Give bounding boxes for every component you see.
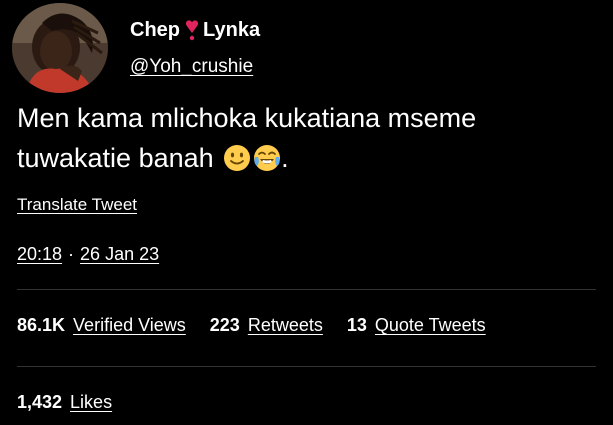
engagement-stats: 86.1K Verified Views 223 Retweets 13 Quo… [17, 315, 510, 336]
views-label: Verified Views [73, 315, 186, 335]
tweet-text-line1: Men kama mlichoka kukatiana mseme [17, 103, 477, 133]
avatar[interactable] [12, 3, 108, 93]
face-with-tears-of-joy-icon [254, 145, 281, 171]
translate-tweet-link[interactable]: Translate Tweet [17, 195, 137, 215]
tweet-timestamp[interactable]: 20:18 · 26 Jan 23 [17, 244, 159, 265]
views-stat[interactable]: 86.1K Verified Views [17, 315, 186, 336]
avatar-photo [12, 3, 108, 93]
quote-tweets-stat[interactable]: 13 Quote Tweets [347, 315, 486, 336]
likes-stat[interactable]: 1,432 Likes [17, 392, 112, 413]
display-name-part1: Chep [130, 18, 180, 41]
tweet-date: 26 Jan 23 [80, 244, 160, 264]
quote-tweets-label: Quote Tweets [374, 315, 486, 335]
retweets-label: Retweets [247, 315, 323, 335]
tweet-time: 20:18 [17, 244, 63, 264]
timestamp-separator: · [68, 244, 75, 264]
tweet-text-end: . [281, 143, 289, 173]
tweet-text-line2: tuwakatie banah [17, 143, 214, 173]
display-name[interactable]: Chep Lynka [130, 16, 260, 44]
display-name-part2: Lynka [203, 18, 261, 41]
tweet-text-line2-wrap: tuwakatie banah . [17, 138, 597, 178]
slightly-smiling-face-icon [224, 145, 251, 171]
divider-top [17, 289, 596, 290]
user-handle[interactable]: @Yoh_crushie [130, 56, 253, 78]
quote-tweets-count: 13 [346, 315, 367, 335]
views-count: 86.1K [17, 315, 66, 335]
retweets-count: 223 [209, 315, 240, 335]
retweets-stat[interactable]: 223 Retweets [210, 315, 323, 336]
likes-label: Likes [70, 392, 113, 412]
heart-exclamation-icon [185, 20, 199, 41]
tweet-text: Men kama mlichoka kukatiana mseme tuwaka… [17, 98, 597, 178]
likes-count: 1,432 [17, 392, 63, 412]
likes-stat-row: 1,432 Likes [17, 392, 136, 413]
divider-bottom [17, 366, 596, 367]
